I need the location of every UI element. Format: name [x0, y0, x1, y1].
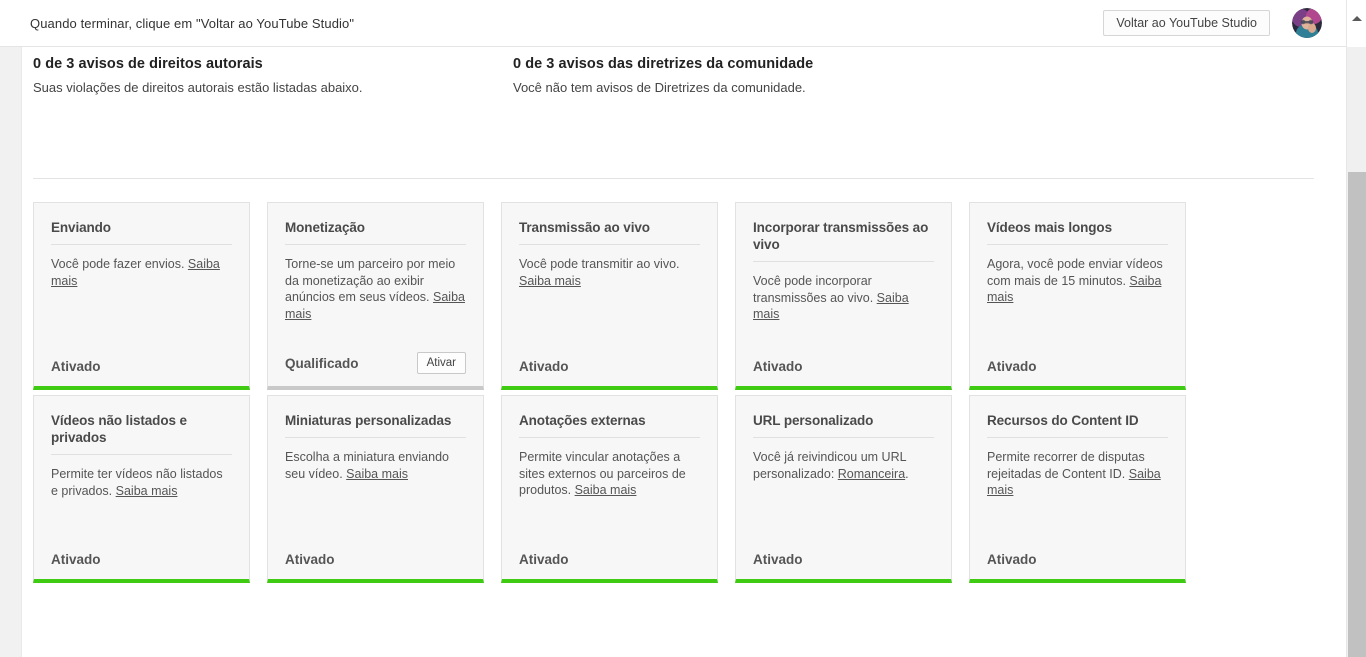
card-description: Permite ter vídeos não listados e privad… [51, 466, 232, 499]
card-learn-more-link[interactable]: Saiba mais [346, 467, 408, 481]
card-description: Torne-se um parceiro por meio da monetiz… [285, 256, 466, 322]
avatar[interactable] [1292, 8, 1322, 38]
card-title: Enviando [51, 220, 111, 235]
scrollbar-top-cap [1347, 0, 1366, 47]
card-rule [987, 244, 1168, 245]
card-status: Ativado [519, 552, 569, 567]
feature-card-monetizacao: Monetização Torne-se um parceiro por meio… [267, 202, 484, 390]
card-title: Vídeos mais longos [987, 220, 1112, 235]
card-title: Monetização [285, 220, 365, 235]
card-status: Ativado [753, 552, 803, 567]
card-title: Anotações externas [519, 413, 646, 428]
card-title: Transmissão ao vivo [519, 220, 650, 235]
card-description-text-suffix: . [905, 466, 909, 481]
section-divider [33, 178, 1314, 179]
page-body: 0 de 3 avisos de direitos autorais Suas … [0, 47, 1346, 657]
card-learn-more-link[interactable]: Saiba mais [519, 274, 581, 288]
card-rule [51, 454, 232, 455]
card-footer: Ativado [519, 359, 700, 374]
feature-card-recursos-do-content-id: Recursos do Content ID Permite recorrer d… [969, 395, 1186, 583]
card-footer: Qualificado Ativar [285, 352, 466, 374]
community-guidelines-notice: 0 de 3 avisos das diretrizes da comunida… [513, 56, 1113, 95]
card-description: Permite vincular anotações a sites exter… [519, 449, 700, 499]
feature-card-grid: Enviando Você pode fazer envios. Saiba ma… [33, 202, 1323, 583]
card-footer: Ativado [51, 552, 232, 567]
vertical-scrollbar[interactable] [1346, 0, 1366, 657]
card-status: Ativado [285, 552, 335, 567]
card-learn-more-link[interactable]: Saiba mais [116, 484, 178, 498]
avatar-image [1292, 8, 1322, 38]
card-footer: Ativado [987, 552, 1168, 567]
card-learn-more-link[interactable]: Romanceira [838, 467, 905, 481]
card-action-button[interactable]: Ativar [416, 352, 466, 374]
card-description-text: Você pode fazer envios. [51, 257, 188, 271]
back-to-youtube-studio-button[interactable]: Voltar ao YouTube Studio [1103, 10, 1270, 36]
card-status: Ativado [987, 359, 1037, 374]
card-description: Você pode fazer envios. Saiba mais [51, 256, 232, 289]
notices-row: 0 de 3 avisos de direitos autorais Suas … [33, 47, 1323, 95]
card-title: Miniaturas personalizadas [285, 413, 452, 428]
card-description: Permite recorrer de disputas rejeitadas … [987, 449, 1168, 499]
community-guidelines-title: 0 de 3 avisos das diretrizes da comunida… [513, 56, 814, 72]
card-description: Você pode incorporar transmissões ao viv… [753, 273, 934, 323]
card-description-text: Você pode transmitir ao vivo. [519, 257, 680, 271]
feature-card-videos-nao-listados-e-privados: Vídeos não listados e privados Permite te… [33, 395, 250, 583]
card-footer: Ativado [753, 552, 934, 567]
card-rule [51, 244, 232, 245]
copyright-strikes-subtitle: Suas violações de direitos autorais estã… [33, 80, 363, 95]
card-rule [519, 437, 700, 438]
content-area: 0 de 3 avisos de direitos autorais Suas … [33, 47, 1323, 583]
card-rule [753, 261, 934, 262]
copyright-strikes-notice: 0 de 3 avisos de direitos autorais Suas … [33, 56, 513, 95]
community-guidelines-subtitle: Você não tem avisos de Diretrizes da com… [513, 80, 806, 95]
card-status: Ativado [51, 552, 101, 567]
card-title: Incorporar transmissões ao vivo [753, 220, 929, 252]
card-footer: Ativado [285, 552, 466, 567]
triangle-up-icon[interactable] [1352, 16, 1362, 21]
card-description: Agora, você pode enviar vídeos com mais … [987, 256, 1168, 306]
topbar-note: Quando terminar, clique em "Voltar ao Yo… [30, 15, 355, 31]
left-gutter [0, 47, 22, 657]
card-description: Você pode transmitir ao vivo. Saiba mais [519, 256, 700, 289]
card-description-text: Você pode incorporar transmissões ao viv… [753, 274, 877, 305]
card-status: Ativado [753, 359, 803, 374]
top-bar: Quando terminar, clique em "Voltar ao Yo… [0, 0, 1346, 47]
card-description-text: Torne-se um parceiro por meio da monetiz… [285, 257, 456, 304]
card-title: Recursos do Content ID [987, 413, 1139, 428]
card-status: Ativado [519, 359, 569, 374]
feature-card-videos-mais-longos: Vídeos mais longos Agora, você pode envia… [969, 202, 1186, 390]
card-learn-more-link[interactable]: Saiba mais [575, 483, 637, 497]
vertical-scrollbar-thumb[interactable] [1348, 172, 1366, 657]
card-footer: Ativado [753, 359, 934, 374]
card-footer: Ativado [987, 359, 1168, 374]
card-status: Qualificado [285, 355, 359, 371]
card-footer: Ativado [519, 552, 700, 567]
feature-card-incorporar-transmissoes-ao-vivo: Incorporar transmissões ao vivo Você pode… [735, 202, 952, 390]
card-title: URL personalizado [753, 413, 874, 428]
feature-card-miniaturas-personalizadas: Miniaturas personalizadas Escolha a minia… [267, 395, 484, 583]
card-rule [285, 437, 466, 438]
topbar-actions: Voltar ao YouTube Studio [1103, 8, 1346, 38]
card-rule [753, 437, 934, 438]
feature-card-transmissao-ao-vivo: Transmissão ao vivo Você pode transmitir … [501, 202, 718, 390]
card-rule [519, 244, 700, 245]
card-rule [285, 244, 466, 245]
card-status: Ativado [51, 359, 101, 374]
card-description-text: Permite recorrer de disputas rejeitadas … [987, 450, 1145, 481]
feature-card-anotacoes-externas: Anotações externas Permite vincular anota… [501, 395, 718, 583]
card-status: Ativado [987, 552, 1037, 567]
card-description: Escolha a miniatura enviando seu vídeo. … [285, 449, 466, 482]
feature-card-url-personalizado: URL personalizado Você já reivindicou um … [735, 395, 952, 583]
card-footer: Ativado [51, 359, 232, 374]
card-description: Você já reivindicou um URL personalizado… [753, 449, 934, 482]
feature-card-enviando: Enviando Você pode fazer envios. Saiba ma… [33, 202, 250, 390]
copyright-strikes-title: 0 de 3 avisos de direitos autorais [33, 56, 263, 72]
card-rule [987, 437, 1168, 438]
card-title: Vídeos não listados e privados [51, 413, 187, 445]
